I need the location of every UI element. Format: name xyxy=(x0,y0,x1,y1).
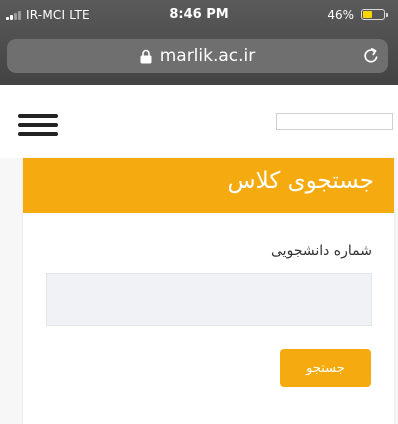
hamburger-menu-icon[interactable] xyxy=(18,114,58,136)
card-header: جستجوی کلاس xyxy=(23,158,394,213)
student-number-input[interactable] xyxy=(46,273,372,326)
status-bar: IR-MCI LTE 8:46 PM 46% xyxy=(0,0,398,30)
browser-chrome: IR-MCI LTE 8:46 PM 46% marlik.ac.ir xyxy=(0,0,398,85)
class-search-card: جستجوی کلاس شماره دانشجویی جستجو xyxy=(23,158,394,424)
battery-level xyxy=(363,11,372,18)
header-search-input[interactable] xyxy=(276,113,393,130)
battery-icon xyxy=(361,9,388,20)
lock-icon xyxy=(140,49,152,63)
reload-icon[interactable] xyxy=(362,47,380,65)
battery-percent: 46% xyxy=(327,8,354,22)
search-button[interactable]: جستجو xyxy=(280,349,371,387)
url-text: marlik.ac.ir xyxy=(159,46,256,66)
student-number-label: شماره دانشجویی xyxy=(271,243,372,259)
card-title: جستجوی کلاس xyxy=(227,168,374,194)
address-bar[interactable]: marlik.ac.ir xyxy=(7,39,388,73)
